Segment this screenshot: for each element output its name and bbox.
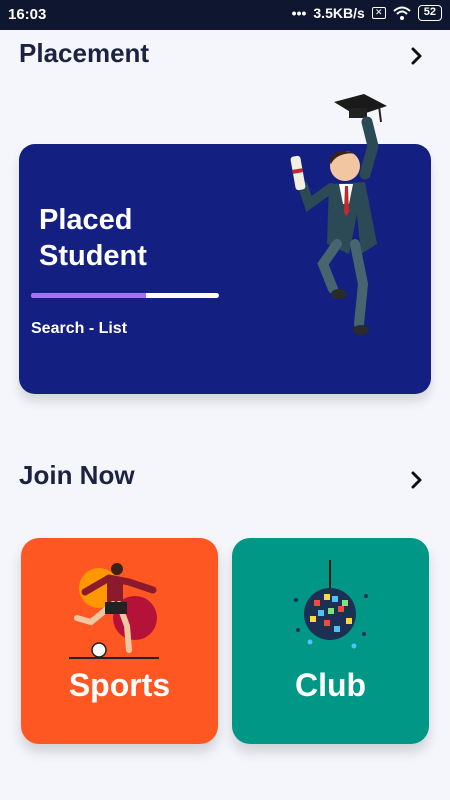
disco-ball-icon	[294, 560, 368, 649]
join-now-chevron-right-icon[interactable]	[405, 468, 429, 492]
placed-student-card[interactable]: Placed Student Search - List	[19, 94, 431, 394]
join-now-section-title: Join Now	[19, 460, 135, 490]
network-speed: 3.5KB/s	[313, 5, 365, 21]
dots-icon: •••	[291, 5, 307, 21]
soccer-player-illustration	[69, 563, 159, 659]
placement-section-title: Placement	[19, 38, 150, 68]
club-label: Club	[294, 667, 367, 703]
status-time: 16:03	[8, 6, 47, 23]
club-card[interactable]: Club	[232, 538, 429, 744]
progress-fill	[31, 293, 146, 298]
status-right-group: ••• 3.5KB/s ✕ 52	[292, 5, 442, 21]
placement-progress-bar	[31, 293, 219, 298]
sports-label: Sports	[68, 667, 171, 703]
status-bar: 16:03 ••• 3.5KB/s ✕ 52	[0, 0, 450, 30]
placement-chevron-right-icon[interactable]	[405, 44, 429, 68]
search-list-link[interactable]: Search - List	[31, 320, 127, 338]
graduate-illustration	[290, 94, 387, 335]
placed-student-title: Placed Student	[39, 204, 147, 272]
sports-card[interactable]: Sports	[21, 538, 218, 744]
no-sim-icon: ✕	[371, 7, 386, 19]
battery-icon: 52	[417, 5, 442, 21]
wifi-icon	[393, 6, 411, 20]
